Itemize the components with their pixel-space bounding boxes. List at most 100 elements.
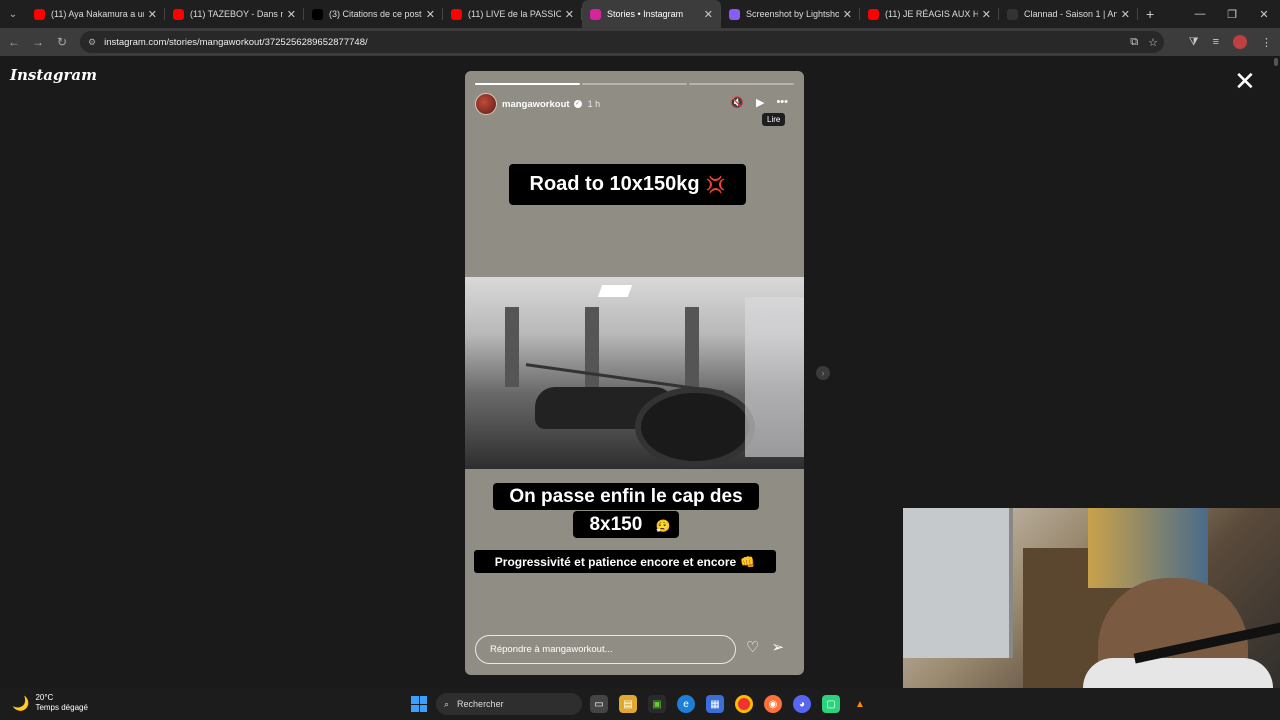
muted-speaker-icon[interactable]: 🔇 bbox=[730, 96, 744, 109]
omnibox-actions: ⧉ ☆ bbox=[1130, 31, 1158, 53]
discord-icon[interactable]: ◕ bbox=[793, 695, 811, 713]
tab-close-icon[interactable]: ✕ bbox=[426, 8, 435, 21]
extensions-icon[interactable]: ⧩ bbox=[1189, 36, 1199, 49]
close-story-icon[interactable]: ✕ bbox=[1234, 68, 1256, 94]
tab-title: (11) Aya Nakamura a un p bbox=[51, 9, 144, 19]
progress-fill bbox=[475, 83, 580, 85]
url-text: instagram.com/stories/mangaworkout/37252… bbox=[104, 36, 368, 48]
weather-widget[interactable]: 🌙 20°C Temps dégagé bbox=[12, 693, 88, 713]
story-actions: ♡ ➢ bbox=[746, 638, 784, 656]
moon-weather-icon: 🌙 bbox=[12, 694, 30, 711]
install-app-icon[interactable]: ⧉ bbox=[1130, 36, 1138, 49]
back-icon[interactable]: ← bbox=[2, 35, 26, 49]
store-icon[interactable]: ▦ bbox=[706, 695, 724, 713]
bookmark-star-icon[interactable]: ☆ bbox=[1148, 36, 1158, 49]
browser-tab[interactable]: (3) Citations de ce post / ✕ bbox=[304, 0, 443, 28]
caption-main-text: On passe enfin le cap des 8x150 bbox=[501, 483, 751, 538]
tabs-container: (11) Aya Nakamura a un p✕(11) TAZEBOY - … bbox=[26, 0, 1138, 28]
chrome-icon[interactable] bbox=[735, 695, 753, 713]
xbox-icon[interactable]: ▣ bbox=[648, 695, 666, 713]
file-explorer-icon[interactable]: ▤ bbox=[619, 695, 637, 713]
youtube-icon bbox=[451, 8, 462, 20]
story-header: mangaworkout ✓ 1 h 🔇 ▶ ••• bbox=[475, 93, 794, 115]
reply-placeholder: Répondre à mangaworkout... bbox=[490, 644, 613, 655]
profile-avatar-icon[interactable] bbox=[1233, 35, 1247, 49]
send-icon[interactable]: ➢ bbox=[771, 638, 784, 656]
progress-segment bbox=[475, 83, 580, 85]
anger-emoji-icon: 💢 bbox=[705, 176, 726, 194]
edge-icon[interactable]: e bbox=[677, 695, 695, 713]
gym-rack bbox=[505, 307, 519, 387]
fist-emoji-icon: 👊 bbox=[740, 554, 756, 569]
browser-tab[interactable]: Screenshot by Lightshot ✕ bbox=[721, 0, 860, 28]
new-tab-button[interactable]: + bbox=[1146, 6, 1154, 22]
more-options-icon[interactable]: ••• bbox=[776, 96, 788, 109]
progress-segment bbox=[689, 83, 794, 85]
tab-title: Stories • Instagram bbox=[607, 9, 684, 19]
tab-close-icon[interactable]: ✕ bbox=[1121, 8, 1130, 21]
vlc-icon[interactable]: ▲ bbox=[851, 695, 869, 713]
tab-close-icon[interactable]: ✕ bbox=[704, 8, 713, 21]
media-controls-icon[interactable]: ≡ bbox=[1213, 36, 1219, 48]
story-title-sticker: Road to 10x150kg 💢 bbox=[509, 164, 746, 205]
forward-icon[interactable]: → bbox=[26, 35, 50, 49]
browser-menu-icon[interactable]: ⋮ bbox=[1261, 36, 1272, 49]
play-tooltip: Lire bbox=[762, 113, 786, 126]
maximize-icon[interactable]: ❐ bbox=[1216, 0, 1248, 28]
instagram-icon bbox=[590, 8, 601, 20]
browser-tab[interactable]: Clannad - Saison 1 | Anim ✕ bbox=[999, 0, 1138, 28]
tab-close-icon[interactable]: ✕ bbox=[982, 8, 991, 21]
start-button-icon[interactable] bbox=[411, 696, 427, 712]
tab-close-icon[interactable]: ✕ bbox=[287, 8, 296, 21]
tab-close-icon[interactable]: ✕ bbox=[843, 8, 852, 21]
window-controls: — ❐ ✕ bbox=[1184, 0, 1280, 28]
story-caption-main: On passe enfin le cap des 8x150 😮‍💨 bbox=[482, 483, 770, 540]
browser-tab[interactable]: (11) LIVE de la PASSION - ✕ bbox=[443, 0, 582, 28]
tab-close-icon[interactable]: ✕ bbox=[565, 8, 574, 21]
browser-tab[interactable]: (11) TAZEBOY - Dans mes ✕ bbox=[165, 0, 304, 28]
taskbar-search[interactable]: ⌕ Rechercher bbox=[436, 693, 582, 715]
gym-rack bbox=[685, 307, 699, 387]
story-caption-sub: Progressivité et patience encore et enco… bbox=[474, 550, 776, 573]
task-view-icon[interactable]: ▭ bbox=[590, 695, 608, 713]
story-card[interactable]: mangaworkout ✓ 1 h 🔇 ▶ ••• Lire Road to … bbox=[465, 71, 804, 675]
reload-icon[interactable]: ↻ bbox=[50, 35, 74, 49]
next-story-arrow-icon[interactable]: › bbox=[816, 366, 830, 380]
avatar[interactable] bbox=[475, 93, 497, 115]
story-controls: 🔇 ▶ ••• bbox=[730, 96, 788, 109]
search-icon: ⌕ bbox=[444, 698, 450, 709]
x-icon bbox=[312, 8, 323, 20]
close-window-icon[interactable]: ✕ bbox=[1248, 0, 1280, 28]
ceiling-light bbox=[597, 285, 633, 297]
caption-sub-text: Progressivité et patience encore et enco… bbox=[494, 554, 737, 569]
reply-input[interactable]: Répondre à mangaworkout... bbox=[475, 635, 736, 664]
tab-title: Clannad - Saison 1 | Anim bbox=[1024, 9, 1117, 19]
url-bar[interactable]: ⚙ instagram.com/stories/mangaworkout/372… bbox=[80, 31, 1164, 53]
story-progress-bar bbox=[475, 83, 794, 85]
anime-site-icon bbox=[1007, 8, 1018, 20]
story-title-text: Road to 10x150kg bbox=[529, 173, 700, 195]
tab-title: (11) TAZEBOY - Dans mes bbox=[190, 9, 283, 19]
youtube-icon bbox=[173, 8, 184, 20]
address-toolbar: ← → ↻ ⚙ instagram.com/stories/mangaworko… bbox=[0, 28, 1280, 56]
browser-tab[interactable]: (11) Aya Nakamura a un p ✕ bbox=[26, 0, 165, 28]
tab-close-icon[interactable]: ✕ bbox=[148, 8, 157, 21]
temperature: 20°C bbox=[35, 693, 54, 702]
play-icon[interactable]: ▶ bbox=[756, 96, 764, 109]
tab-title: (3) Citations de ce post / bbox=[329, 9, 422, 19]
lightshot-icon bbox=[729, 8, 740, 20]
weather-condition: Temps dégagé bbox=[35, 703, 88, 712]
app-icon[interactable]: ▢ bbox=[822, 695, 840, 713]
browser-tab[interactable]: (11) JE RÉAGIS AUX HOM ✕ bbox=[860, 0, 999, 28]
heart-icon[interactable]: ♡ bbox=[746, 638, 759, 656]
site-settings-icon[interactable]: ⚙ bbox=[88, 37, 96, 48]
firefox-icon[interactable]: ◉ bbox=[764, 695, 782, 713]
tab-search-menu-icon[interactable]: ⌄ bbox=[0, 0, 26, 28]
story-username[interactable]: mangaworkout bbox=[502, 99, 570, 110]
tab-title: Screenshot by Lightshot bbox=[746, 9, 839, 19]
minimize-icon[interactable]: — bbox=[1184, 0, 1216, 28]
progress-segment bbox=[582, 83, 687, 85]
verified-badge-icon: ✓ bbox=[573, 100, 582, 108]
instagram-logo[interactable]: Instagram bbox=[10, 66, 97, 84]
browser-tab[interactable]: Stories • Instagram ✕ bbox=[582, 0, 721, 28]
